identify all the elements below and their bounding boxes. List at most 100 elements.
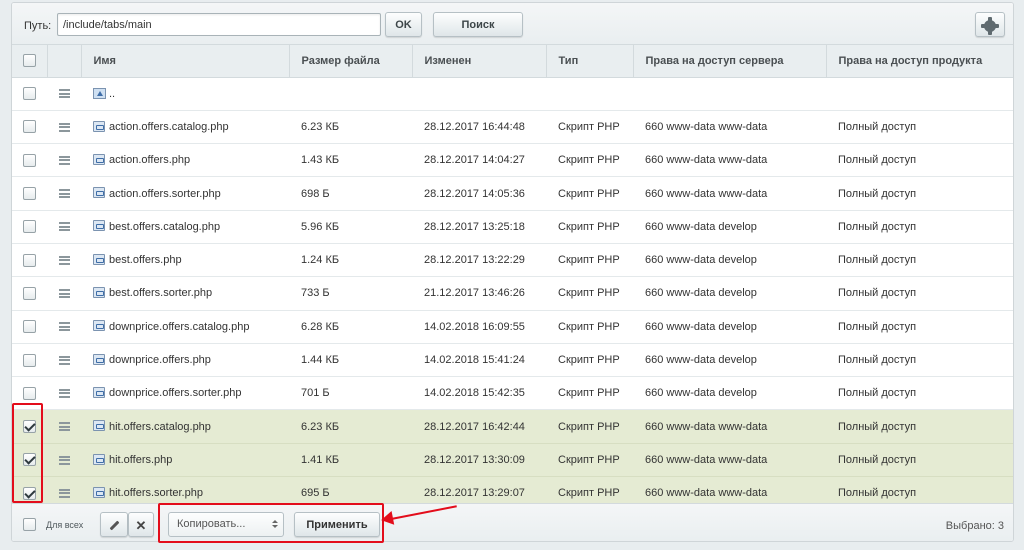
row-checkbox[interactable] [23, 486, 36, 500]
column-header-size[interactable]: Размер файла [289, 45, 413, 78]
file-name-link[interactable]: action.offers.catalog.php [109, 121, 229, 133]
file-modified: 14.02.2018 16:09:55 [412, 310, 546, 344]
table-row[interactable]: best.offers.php 1.24 КБ 28.12.2017 13:22:2… [12, 243, 1013, 278]
select-all-checkbox[interactable] [22, 54, 36, 68]
column-header-type[interactable]: Тип [546, 45, 634, 78]
row-menu-icon[interactable] [58, 89, 70, 99]
table-row[interactable]: action.offers.sorter.php 698 Б 28.12.2017 … [12, 176, 1013, 211]
table-row[interactable]: downprice.offers.catalog.php 6.28 КБ 14.02… [12, 310, 1013, 344]
file-name-link[interactable]: action.offers.php [109, 154, 190, 166]
path-input[interactable] [57, 13, 381, 36]
ok-button[interactable]: OK [385, 12, 422, 37]
file-name-link[interactable]: action.offers.sorter.php [109, 188, 221, 200]
parent-folder-link[interactable]: .. [109, 88, 115, 100]
table-row[interactable]: action.offers.catalog.php 6.23 КБ 28.12.20… [12, 110, 1013, 145]
row-menu-icon[interactable] [58, 455, 70, 465]
file-name-link[interactable]: downprice.offers.sorter.php [109, 387, 241, 399]
delete-button[interactable]: ✕ [128, 512, 154, 537]
path-toolbar: Путь: OK Поиск [12, 3, 1013, 45]
product-rights: Полный доступ [826, 176, 1013, 211]
for-all-checkbox[interactable] [23, 518, 36, 531]
row-checkbox[interactable] [23, 420, 36, 434]
product-rights: Полный доступ [826, 343, 1013, 378]
edit-button[interactable] [100, 512, 128, 537]
file-size: 733 Б [289, 276, 412, 311]
row-checkbox[interactable] [23, 286, 36, 300]
file-modified: 28.12.2017 16:42:44 [412, 409, 546, 444]
header-select-all[interactable] [12, 45, 48, 78]
file-name-link[interactable]: hit.offers.catalog.php [109, 421, 211, 433]
table-row[interactable]: hit.offers.catalog.php 6.23 КБ 28.12.2017 … [12, 409, 1013, 444]
file-name-link[interactable]: best.offers.sorter.php [109, 287, 212, 299]
action-select[interactable]: Копировать... [168, 512, 284, 537]
table-row[interactable]: best.offers.sorter.php 733 Б 21.12.2017 13… [12, 276, 1013, 311]
server-rights: 660 www-data develop [633, 376, 826, 411]
file-type: Скрипт PHP [546, 343, 633, 378]
column-header-product-rights[interactable]: Права на доступ продукта [826, 45, 1013, 78]
php-file-icon [93, 187, 105, 199]
product-rights: Полный доступ [826, 276, 1013, 311]
row-menu-icon[interactable] [58, 222, 70, 232]
php-file-icon [93, 120, 105, 132]
row-menu-icon[interactable] [58, 255, 70, 265]
php-file-icon [93, 253, 105, 265]
file-name-link[interactable]: downprice.offers.php [109, 354, 211, 366]
file-name-link[interactable]: best.offers.php [109, 254, 182, 266]
php-file-icon [93, 287, 105, 299]
action-select-value: Копировать... [177, 518, 246, 530]
column-header-server-rights[interactable]: Права на доступ сервера [633, 45, 827, 78]
action-footer: Для всех ✕ Копировать... Применить Выбра… [12, 503, 1013, 541]
table-row[interactable]: best.offers.catalog.php 5.96 КБ 28.12.2017… [12, 210, 1013, 244]
row-checkbox[interactable] [23, 353, 36, 367]
row-menu-icon[interactable] [58, 189, 70, 199]
row-checkbox[interactable] [23, 220, 36, 234]
file-name-link[interactable]: best.offers.catalog.php [109, 221, 220, 233]
row-checkbox[interactable] [23, 253, 36, 267]
column-header-modified[interactable]: Изменен [412, 45, 547, 78]
apply-button[interactable]: Применить [294, 512, 380, 537]
row-menu-icon[interactable] [58, 422, 70, 432]
file-modified: 14.02.2018 15:41:24 [412, 343, 546, 378]
table-row[interactable]: action.offers.php 1.43 КБ 28.12.2017 14:04… [12, 143, 1013, 178]
row-menu-icon[interactable] [58, 289, 70, 299]
header-menu-col [47, 45, 82, 78]
file-name-link[interactable]: downprice.offers.catalog.php [109, 321, 249, 333]
row-menu-icon[interactable] [58, 122, 70, 132]
row-menu-icon[interactable] [58, 355, 70, 365]
row-checkbox[interactable] [23, 320, 36, 334]
table-row[interactable]: downprice.offers.sorter.php 701 Б 14.02.20… [12, 376, 1013, 411]
file-modified: 28.12.2017 16:44:48 [412, 110, 546, 145]
row-checkbox[interactable] [23, 187, 36, 201]
parent-folder-row[interactable]: .. [12, 77, 1013, 111]
row-checkbox[interactable] [23, 87, 36, 101]
server-rights: 660 www-data develop [633, 210, 826, 244]
column-header-name[interactable]: Имя [81, 45, 290, 78]
file-type: Скрипт PHP [546, 376, 633, 411]
parent-folder-icon[interactable] [93, 88, 106, 100]
product-rights: Полный доступ [826, 409, 1013, 444]
file-name-link[interactable]: hit.offers.php [109, 454, 172, 466]
row-menu-icon[interactable] [58, 322, 70, 332]
settings-button[interactable] [975, 12, 1005, 37]
server-rights: 660 www-data www-data [633, 143, 826, 178]
php-file-icon [93, 353, 105, 365]
file-type: Скрипт PHP [546, 310, 633, 344]
row-checkbox[interactable] [23, 386, 36, 400]
file-modified: 28.12.2017 14:05:36 [412, 176, 546, 211]
table-row[interactable]: hit.offers.php 1.41 КБ 28.12.2017 13:30:09… [12, 443, 1013, 478]
row-checkbox[interactable] [23, 153, 36, 167]
php-file-icon [93, 320, 105, 332]
row-checkbox[interactable] [23, 120, 36, 134]
for-all-label: Для всех [46, 520, 84, 530]
table-row[interactable]: downprice.offers.php 1.44 КБ 14.02.2018 15… [12, 343, 1013, 378]
row-menu-icon[interactable] [58, 488, 70, 498]
file-modified: 14.02.2018 15:42:35 [412, 376, 546, 411]
server-rights: 660 www-data develop [633, 243, 826, 278]
row-menu-icon[interactable] [58, 388, 70, 398]
file-size: 1.24 КБ [289, 243, 412, 278]
row-checkbox[interactable] [23, 453, 36, 467]
file-name-link[interactable]: hit.offers.sorter.php [109, 487, 203, 499]
gear-icon [984, 17, 996, 35]
row-menu-icon[interactable] [58, 155, 70, 165]
search-button[interactable]: Поиск [433, 12, 523, 37]
